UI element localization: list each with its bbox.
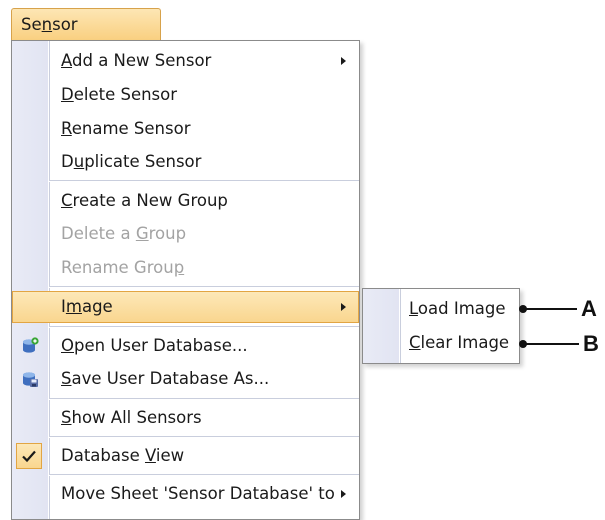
- menu-tab-text-accel: n: [41, 15, 53, 34]
- menu-tab-sensor-database[interactable]: Sensor Database: [11, 8, 161, 65]
- image-submenu: Load Image Clear Image: [362, 288, 520, 364]
- menu-item-save-user-database-as[interactable]: Save User Database As...: [12, 363, 359, 395]
- menu-item-label: Delete Sensor: [61, 85, 178, 104]
- menu-separator: [49, 398, 359, 400]
- menu-item-label: Database View: [61, 446, 185, 465]
- menu-item-label: Save User Database As...: [61, 369, 270, 388]
- menu-separator: [49, 180, 359, 182]
- menu-separator: [49, 286, 359, 288]
- chevron-right-icon: [341, 490, 346, 498]
- menu-item-label: Show All Sensors: [61, 408, 202, 427]
- menu-item-label: Delete a Group: [61, 224, 187, 243]
- menu-item-label: Add a New Sensor: [61, 51, 212, 70]
- menu-item-add-new-sensor[interactable]: Add a New Sensor: [12, 45, 359, 77]
- menu-separator: [49, 326, 359, 328]
- menu-item-delete-group: Delete a Group: [12, 218, 359, 250]
- sensor-database-menu: Add a New Sensor Delete Sensor Rename Se…: [11, 40, 360, 520]
- checked-indicator: [16, 443, 42, 469]
- menu-item-label: Image: [61, 297, 113, 316]
- callout-a-line: [523, 308, 577, 310]
- checkmark-icon: [22, 450, 36, 463]
- menu-item-label: Open User Database...: [61, 336, 248, 355]
- database-add-icon: [23, 337, 39, 353]
- menu-item-label: Create a New Group: [61, 191, 228, 210]
- callout-b-label: B: [583, 331, 599, 356]
- menu-separator: [49, 436, 359, 438]
- menu-item-label: Rename Sensor: [61, 119, 191, 138]
- menu-item-delete-sensor[interactable]: Delete Sensor: [12, 79, 359, 111]
- menu-separator: [49, 474, 359, 476]
- chevron-right-icon: [341, 303, 346, 311]
- callout-b-line: [523, 343, 579, 345]
- menu-item-rename-group: Rename Group: [12, 252, 359, 284]
- menu-item-duplicate-sensor[interactable]: Duplicate Sensor: [12, 146, 359, 178]
- menu-item-image[interactable]: Image: [12, 291, 359, 323]
- menu-item-label: Duplicate Sensor: [61, 152, 202, 171]
- menu-item-open-user-database[interactable]: Open User Database...: [12, 330, 359, 362]
- menu-item-label: Rename Group: [61, 258, 185, 277]
- menu-item-move-sheet[interactable]: Move Sheet 'Sensor Database' to: [12, 478, 359, 510]
- database-save-icon: [23, 372, 38, 387]
- submenu-item-label: Clear Image: [409, 333, 510, 352]
- submenu-item-clear-image[interactable]: Clear Image: [363, 327, 519, 359]
- menu-item-create-new-group[interactable]: Create a New Group: [12, 185, 359, 217]
- menu-tab-text-prefix: Se: [21, 15, 42, 34]
- callout-a-label: A: [581, 296, 597, 321]
- submenu-item-load-image[interactable]: Load Image: [363, 293, 519, 325]
- menu-item-database-view[interactable]: Database View: [12, 440, 359, 472]
- submenu-item-label: Load Image: [409, 299, 506, 318]
- menu-item-rename-sensor[interactable]: Rename Sensor: [12, 113, 359, 145]
- menu-item-show-all-sensors[interactable]: Show All Sensors: [12, 402, 359, 434]
- menu-item-label: Move Sheet 'Sensor Database' to: [61, 484, 335, 503]
- chevron-right-icon: [341, 57, 346, 65]
